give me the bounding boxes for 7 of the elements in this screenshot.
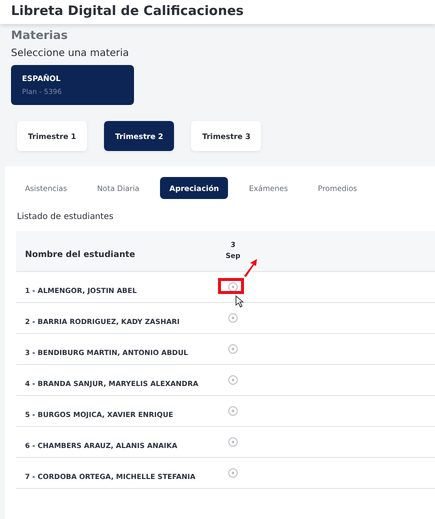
list-title: Listado de estudiantes	[17, 212, 114, 222]
arrow-icon	[242, 258, 258, 278]
section-title: Materias	[11, 28, 69, 42]
page-title: Libreta Digital de Calificaciones	[11, 4, 244, 20]
cursor-icon	[235, 295, 244, 308]
column-header: Nombre del estudiante	[25, 250, 136, 260]
subject-prompt: Seleccione una materia	[11, 48, 130, 59]
